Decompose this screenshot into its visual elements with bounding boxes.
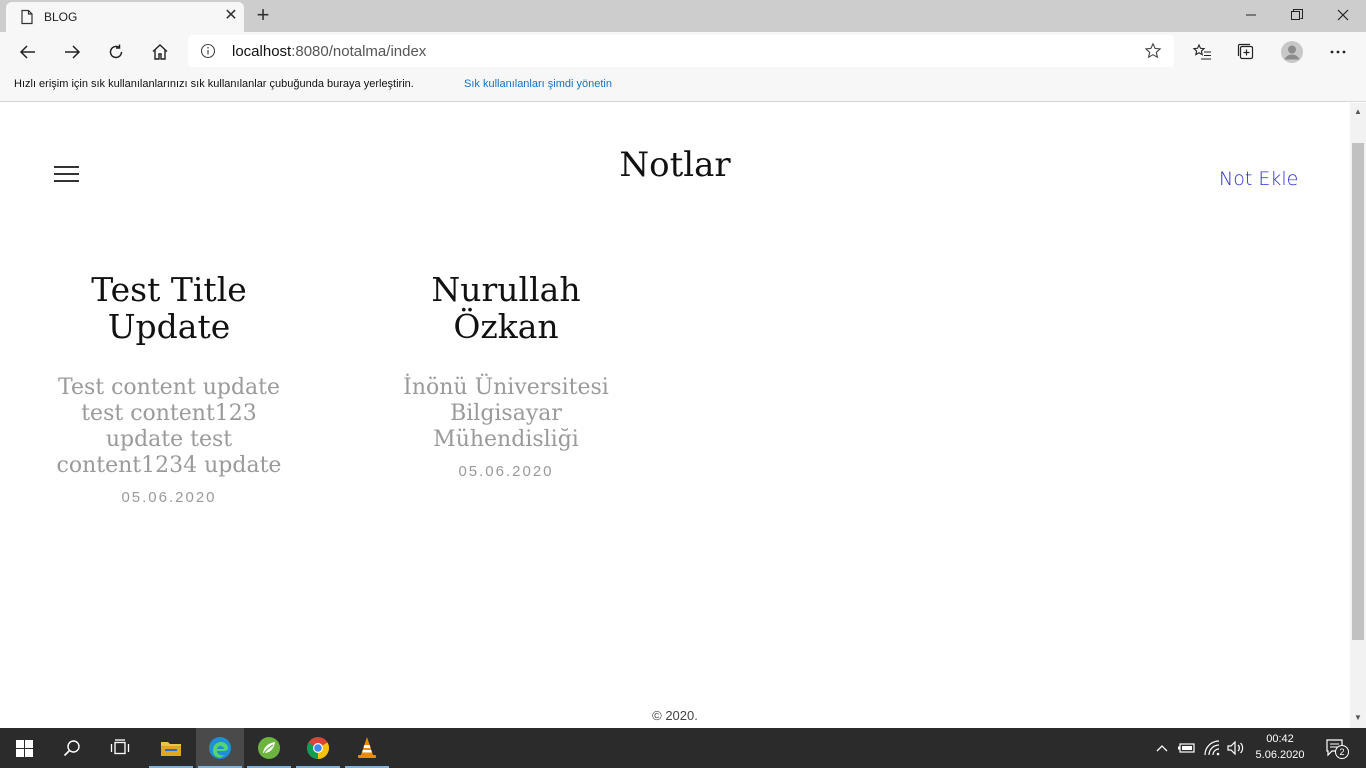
tab-close-icon[interactable]: ✕ <box>221 6 241 26</box>
spring-leaf-icon <box>258 737 280 759</box>
favorites-button[interactable] <box>1187 37 1217 67</box>
address-bar[interactable]: localhost:8080/notalma/index <box>188 35 1174 67</box>
close-icon <box>1337 9 1349 21</box>
note-date: 05.06.2020 <box>121 489 217 506</box>
restore-button[interactable] <box>1274 0 1320 30</box>
forward-button[interactable] <box>57 37 87 67</box>
scroll-down-icon[interactable]: ▼ <box>1354 713 1362 722</box>
page-content: Notlar Not Ekle Test Title Update Test c… <box>0 103 1350 728</box>
manage-favorites-link[interactable]: Sık kullanılanları şimdi yönetin <box>464 78 612 90</box>
page-icon <box>21 9 33 25</box>
clock-time: 00:42 <box>1266 733 1294 745</box>
wifi-icon <box>1204 740 1220 756</box>
favorite-star-icon[interactable] <box>1144 42 1162 60</box>
arrow-right-icon <box>65 45 81 59</box>
file-explorer-app[interactable] <box>147 728 195 768</box>
url-text[interactable]: localhost:8080/notalma/index <box>232 43 426 60</box>
scroll-up-icon[interactable]: ▲ <box>1354 107 1362 116</box>
note-title[interactable]: Test Title Update <box>40 271 298 345</box>
windows-icon <box>15 739 33 757</box>
search-icon <box>63 740 80 757</box>
vlc-cone-icon <box>358 737 376 758</box>
vlc-app[interactable] <box>343 728 391 768</box>
page-scrollbar[interactable]: ▲ ▼ <box>1350 103 1366 728</box>
close-window-button[interactable] <box>1320 0 1366 30</box>
note-date: 05.06.2020 <box>458 463 554 480</box>
note-title[interactable]: Nurullah Özkan <box>376 271 636 345</box>
battery-icon <box>1178 743 1195 753</box>
notification-count-badge: 2 <box>1335 745 1349 759</box>
minimize-icon <box>1246 14 1256 16</box>
spring-tool-app[interactable] <box>245 728 293 768</box>
restore-icon <box>1291 9 1303 20</box>
note-card[interactable]: Nurullah Özkan İnönü Üniversitesi Bilgis… <box>376 271 636 480</box>
network-status[interactable] <box>1201 728 1223 768</box>
scroll-thumb[interactable] <box>1352 143 1364 640</box>
collections-icon <box>1237 43 1254 60</box>
folder-icon <box>161 742 181 756</box>
more-menu-button[interactable] <box>1323 37 1353 67</box>
start-button[interactable] <box>0 728 48 768</box>
tab-title: BLOG <box>44 10 78 24</box>
tab-strip: BLOG ✕ + <box>0 0 1366 32</box>
minimize-button[interactable] <box>1228 0 1274 30</box>
speaker-icon <box>1227 741 1244 755</box>
page-title: Notlar <box>619 145 731 185</box>
refresh-icon <box>109 44 123 59</box>
notification-center-button[interactable]: 2 <box>1320 728 1352 768</box>
show-hidden-icons-button[interactable] <box>1152 728 1172 768</box>
arrow-left-icon <box>19 45 35 59</box>
new-tab-button[interactable]: + <box>252 3 274 27</box>
profile-button[interactable] <box>1277 37 1307 67</box>
volume-control[interactable] <box>1225 728 1247 768</box>
browser-tab[interactable]: BLOG ✕ <box>6 2 244 32</box>
task-view-icon <box>110 739 130 755</box>
edge-icon <box>209 737 231 759</box>
chrome-app[interactable] <box>294 728 342 768</box>
edge-app[interactable] <box>196 728 244 768</box>
collections-button[interactable] <box>1231 37 1261 67</box>
system-clock[interactable]: 00:42 5.06.2020 <box>1248 731 1312 763</box>
add-note-link[interactable]: Not Ekle <box>1219 168 1298 190</box>
chrome-icon <box>307 737 329 759</box>
note-content: Test content update test content123 upda… <box>56 375 282 478</box>
favorites-list-icon <box>1192 43 1211 60</box>
avatar-icon <box>1281 41 1303 63</box>
more-horizontal-icon <box>1330 50 1346 54</box>
task-view-button[interactable] <box>96 728 144 768</box>
footer-copyright: © 2020. <box>652 708 698 723</box>
favorites-prompt: Hızlı erişim için sık kullanılanlarınızı… <box>14 78 414 90</box>
browser-toolbar: localhost:8080/notalma/index <box>0 32 1366 71</box>
home-icon <box>152 44 168 60</box>
clock-date: 5.06.2020 <box>1255 749 1305 761</box>
info-icon[interactable] <box>200 43 216 59</box>
note-card[interactable]: Test Title Update Test content update te… <box>40 271 298 506</box>
back-button[interactable] <box>13 37 43 67</box>
home-button[interactable] <box>145 37 175 67</box>
favorites-bar: Hızlı erişim için sık kullanılanlarınızı… <box>0 71 1366 102</box>
note-content: İnönü Üniversitesi Bilgisayar Mühendisli… <box>403 375 609 452</box>
search-button[interactable] <box>48 728 96 768</box>
refresh-button[interactable] <box>101 37 131 67</box>
taskbar: 00:42 5.06.2020 2 <box>0 728 1366 768</box>
battery-status[interactable] <box>1176 728 1198 768</box>
chevron-up-icon <box>1156 745 1168 752</box>
